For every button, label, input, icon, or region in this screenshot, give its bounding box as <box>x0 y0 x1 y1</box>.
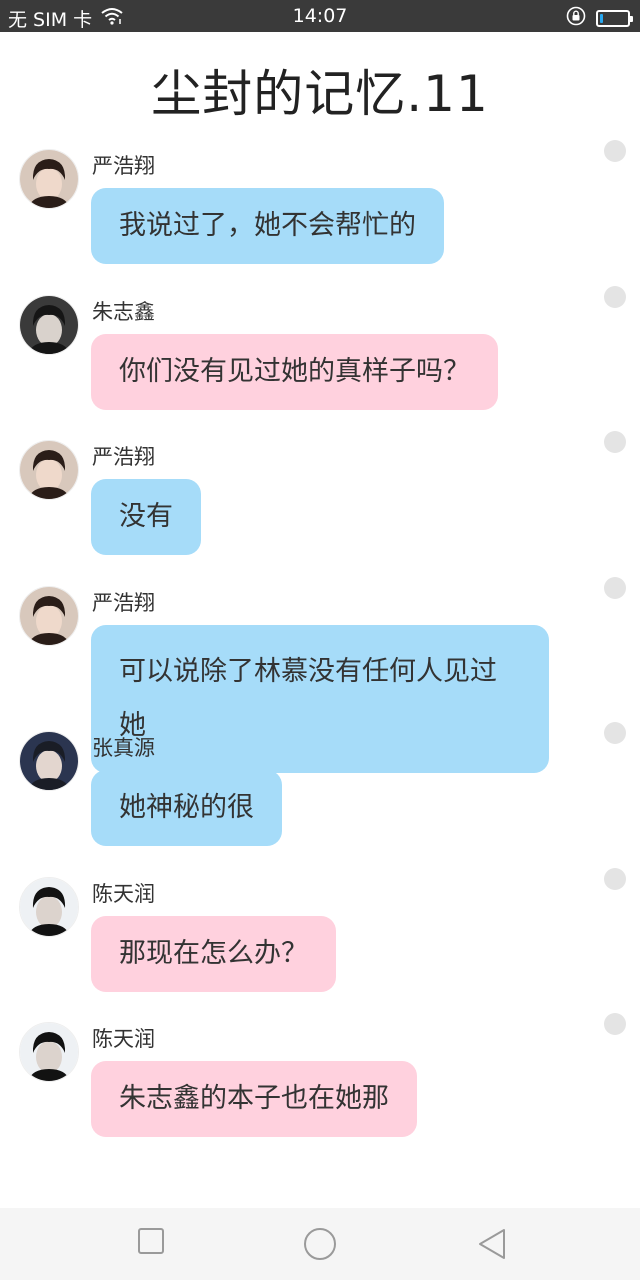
message-bubble[interactable]: 没有 <box>91 479 201 555</box>
chat-message: 张真源 她神秘的很 <box>0 722 640 868</box>
status-right <box>566 6 633 31</box>
status-time: 14:07 <box>292 5 348 27</box>
chat-message: 朱志鑫你们没有见过她的真样子吗？ <box>0 285 640 432</box>
page-title: 尘封的记忆.11 <box>151 65 489 123</box>
status-bar: 无 SIM 卡 14:07 <box>0 0 640 32</box>
battery-level <box>600 14 603 23</box>
read-indicator <box>604 431 626 453</box>
sender-name: 严浩翔 <box>92 154 155 178</box>
message-bubble[interactable]: 朱志鑫的本子也在她那 <box>91 1061 417 1137</box>
sender-name: 严浩翔 <box>92 445 155 469</box>
message-bubble[interactable]: 她神秘的很 <box>91 770 282 846</box>
chat-message: 严浩翔 没有 <box>0 431 640 577</box>
read-indicator <box>604 1013 626 1035</box>
message-bubble[interactable]: 你们没有见过她的真样子吗？ <box>91 333 498 410</box>
chat-list[interactable]: 严浩翔 我说过了，她不会帮忙的 朱志鑫 你们没有见过她的真样子吗？ 严浩翔 没有 严浩翔 可以… <box>0 140 640 1159</box>
chat-message: 严浩翔我说过了，她不会帮忙的 <box>0 140 640 286</box>
avatar[interactable] <box>19 294 79 355</box>
sender-name: 张真源 <box>92 736 155 760</box>
read-indicator <box>604 722 626 744</box>
sender-name: 严浩翔 <box>92 590 155 615</box>
avatar[interactable] <box>19 149 79 209</box>
avatar[interactable] <box>19 440 79 500</box>
read-indicator <box>604 867 626 890</box>
recent-apps-icon[interactable] <box>137 1226 165 1260</box>
chat-message: 严浩翔 可以说除了林慕没有任何人见过她 <box>0 576 640 773</box>
chat-message: 陈天润朱志鑫的本子也在她那 <box>0 1013 640 1159</box>
nav-bar <box>0 1208 640 1280</box>
back-icon[interactable] <box>476 1226 508 1266</box>
chat-message: 陈天润那现在怎么办？ <box>0 867 640 1014</box>
home-icon[interactable] <box>302 1226 338 1266</box>
avatar[interactable] <box>19 1022 79 1082</box>
avatar[interactable] <box>19 585 79 646</box>
message-bubble[interactable]: 我说过了，她不会帮忙的 <box>91 188 444 264</box>
battery-icon <box>596 10 633 27</box>
avatar[interactable] <box>19 876 79 937</box>
sender-name: 陈天润 <box>92 1027 155 1051</box>
lock-rotation-icon <box>566 6 586 31</box>
avatar[interactable] <box>19 731 79 791</box>
message-bubble[interactable]: 那现在怎么办？ <box>91 915 336 992</box>
sender-name: 朱志鑫 <box>92 299 155 324</box>
read-indicator <box>604 140 626 162</box>
read-indicator <box>604 285 626 308</box>
read-indicator <box>604 576 626 599</box>
sender-name: 陈天润 <box>92 881 155 906</box>
